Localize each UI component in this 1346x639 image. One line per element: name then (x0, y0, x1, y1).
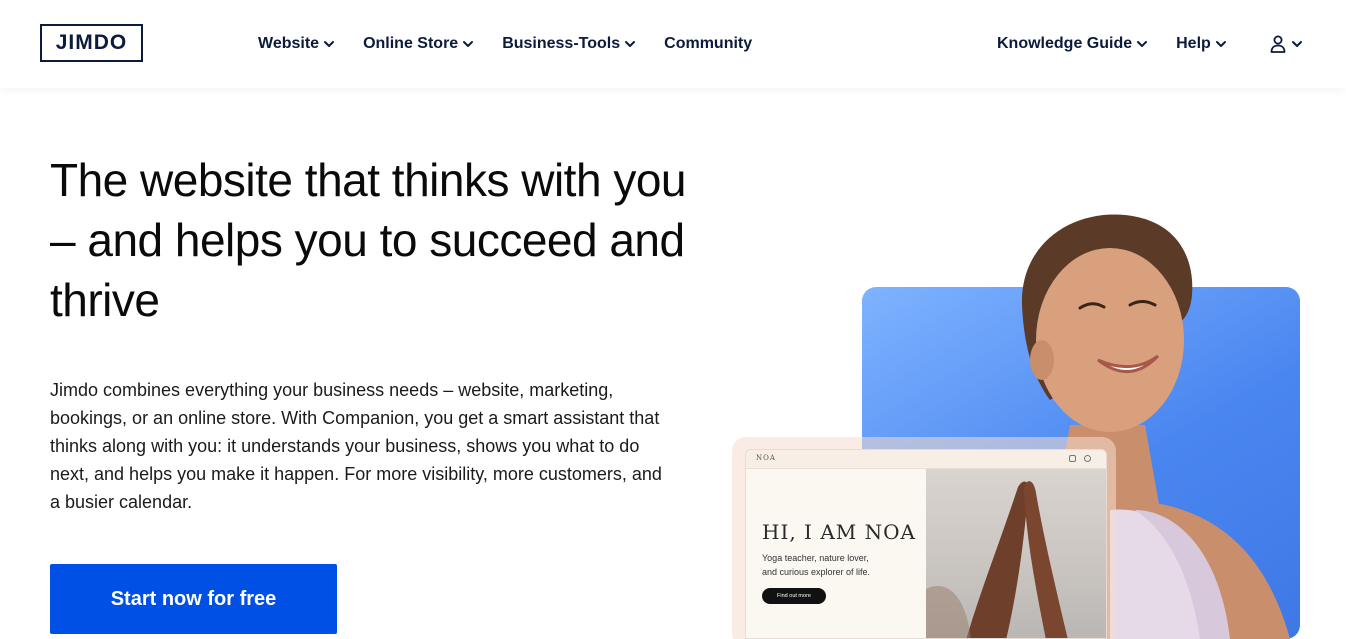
instagram-icon (1069, 455, 1076, 462)
nav-item-label: Business-Tools (502, 35, 621, 52)
chevron-down-icon (1135, 37, 1149, 51)
user-icon (1270, 35, 1286, 53)
nav-item-knowledge-guide[interactable]: Knowledge Guide (997, 35, 1149, 53)
mockup-subtitle: Yoga teacher, nature lover, and curious … (762, 551, 922, 579)
chevron-down-icon (623, 37, 637, 51)
chevron-down-icon (1214, 37, 1228, 51)
find-out-more-button: Find out more (762, 588, 826, 604)
main-nav: Website Online Store Business-Tools Comm… (258, 0, 779, 88)
nav-item-label: Knowledge Guide (997, 35, 1133, 52)
secondary-nav: Knowledge Guide Help (997, 0, 1304, 88)
site-header: JIMDO Website Online Store Business-Tool… (0, 0, 1346, 88)
mockup-brand: NOA (756, 454, 776, 462)
chevron-down-icon (461, 37, 475, 51)
yoga-hands-photo (926, 469, 1106, 638)
mockup-subtitle-line: Yoga teacher, nature lover, (762, 553, 869, 563)
account-menu-button[interactable] (1270, 35, 1304, 53)
nav-item-label: Website (258, 35, 320, 52)
nav-item-business-tools[interactable]: Business-Tools (502, 35, 637, 53)
hero-description: Jimdo combines everything your business … (50, 380, 662, 512)
mockup-topbar: NOA (746, 450, 1106, 469)
hero-headline: The website that thinks with you – and h… (50, 154, 687, 326)
mockup-subtitle-line: and curious explorer of life. (762, 567, 871, 577)
nav-item-online-store[interactable]: Online Store (363, 35, 475, 53)
website-mockup: NOA HI, I AM NOA Yoga teacher, nature lo… (745, 449, 1107, 639)
chevron-down-icon (1290, 37, 1304, 51)
chevron-down-icon (322, 37, 336, 51)
nav-item-help[interactable]: Help (1176, 35, 1228, 53)
nav-item-label: Help (1176, 35, 1211, 52)
whatsapp-icon (1084, 455, 1091, 462)
nav-item-community[interactable]: Community (664, 35, 752, 53)
nav-item-label: Community (664, 35, 753, 52)
jimdo-logo[interactable]: JIMDO (40, 24, 143, 62)
nav-item-label: Online Store (363, 35, 459, 52)
nav-item-website[interactable]: Website (258, 35, 336, 53)
start-free-button[interactable]: Start now for free (50, 564, 337, 634)
mockup-title: HI, I AM NOA (762, 520, 916, 544)
